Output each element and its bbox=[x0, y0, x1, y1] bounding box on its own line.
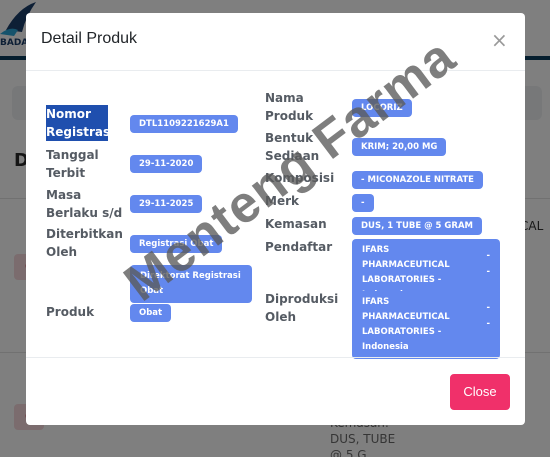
label-komposisi: Komposisi bbox=[265, 171, 335, 185]
pendaftar-suffix: - bbox=[486, 267, 490, 277]
label-produk: Produk bbox=[46, 305, 95, 319]
modal-title: Detail Produk bbox=[41, 30, 138, 47]
value-komposisi: - MICONAZOLE NITRATE bbox=[352, 171, 483, 189]
value-produk: Obat bbox=[130, 304, 172, 322]
product-detail-modal: Detail Produk × Nomor Registrasi Tanggal… bbox=[26, 13, 525, 425]
label-diproduksi-oleh: Diproduksi Oleh bbox=[265, 292, 339, 324]
diproduksi-suffix: - bbox=[486, 319, 490, 329]
label-diterbitkan-oleh: Diterbitkan Oleh bbox=[46, 227, 123, 259]
label-merk: Merk bbox=[265, 194, 299, 208]
diproduksi-suffix: - bbox=[486, 303, 490, 313]
value-diproduksi-oleh: IFARS PHARMACEUTICAL LABORATORIES - Indo… bbox=[352, 291, 500, 359]
close-x-icon[interactable]: × bbox=[491, 30, 508, 50]
label-pendaftar: Pendaftar bbox=[265, 240, 333, 254]
modal-footer: Close bbox=[26, 357, 525, 425]
value-nomor-registrasi: DTL1109221629A1 bbox=[130, 115, 238, 133]
label-nama-produk: Nama Produk bbox=[265, 91, 314, 123]
value-masa-berlaku: 29-11-2025 bbox=[130, 195, 203, 213]
value-direktorat: Direktorat Registrasi Obat bbox=[130, 265, 252, 303]
label-masa-berlaku: Masa Berlaku s/d bbox=[46, 188, 123, 220]
label-bentuk-sediaan: Bentuk Sediaan bbox=[265, 131, 320, 163]
value-bentuk-sediaan: KRIM; 20,00 MG bbox=[352, 138, 447, 156]
value-diterbitkan-oleh: Registrasi Obat bbox=[130, 235, 223, 253]
label-tanggal-terbit: Tanggal Terbit bbox=[46, 148, 99, 180]
value-tanggal-terbit: 29-11-2020 bbox=[130, 155, 203, 173]
value-kemasan: DUS, 1 TUBE @ 5 GRAM bbox=[352, 217, 482, 235]
value-nama-produk: LOCORIZ bbox=[352, 99, 412, 117]
label-kemasan: Kemasan bbox=[265, 217, 327, 231]
diproduksi-text: IFARS PHARMACEUTICAL LABORATORIES - Indo… bbox=[362, 297, 450, 352]
value-merk: - bbox=[352, 194, 374, 212]
close-button[interactable]: Close bbox=[450, 374, 510, 410]
modal-header: Detail Produk × bbox=[26, 13, 525, 71]
label-nomor-registrasi: Nomor Registrasi bbox=[46, 105, 115, 141]
pendaftar-suffix: - bbox=[486, 251, 490, 261]
